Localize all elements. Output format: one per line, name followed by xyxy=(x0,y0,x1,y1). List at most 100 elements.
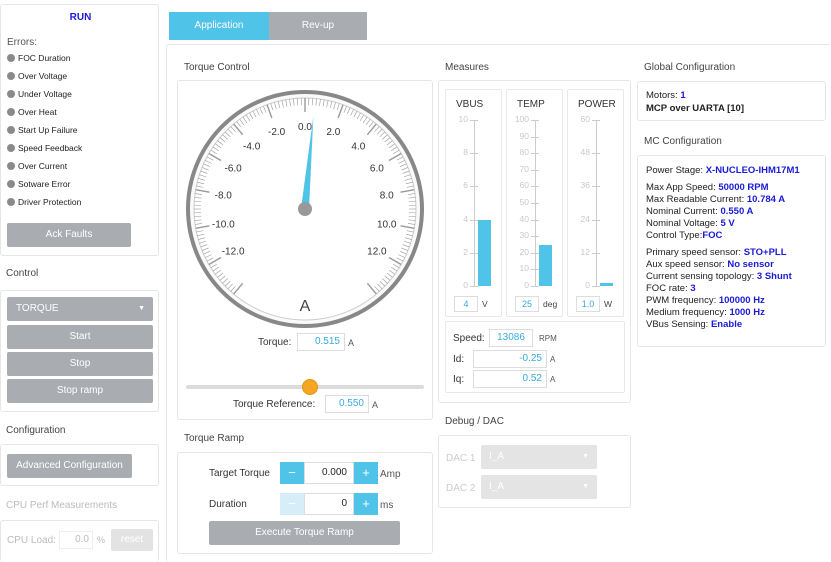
stop-button[interactable]: Stop xyxy=(7,352,153,376)
stop-ramp-button[interactable]: Stop ramp xyxy=(7,379,153,403)
mc-config-line: Max App Speed: 50000 RPM xyxy=(646,182,769,193)
measure-scale-tick xyxy=(592,286,600,287)
measures-title: Measures xyxy=(445,62,489,73)
mode-select-value: TORQUE xyxy=(16,303,59,314)
torque-value-field: 0.515 xyxy=(297,333,345,351)
measure-scale-label: 0 xyxy=(585,280,590,290)
target-torque-label: Target Torque xyxy=(209,468,270,479)
measure-bar-label: POWER xyxy=(578,99,616,110)
status-panel: RUN Errors: FOC Duration Over Voltage Un… xyxy=(0,4,159,256)
measure-scale-label: 48 xyxy=(580,147,590,158)
configuration-panel: Advanced Configuration xyxy=(0,444,159,486)
measure-scale-label: 2 xyxy=(463,246,468,257)
state-label: RUN xyxy=(69,12,92,23)
duration-plus-button[interactable]: + xyxy=(354,493,378,515)
status-led-icon xyxy=(7,126,15,134)
mc-config-line: Power Stage: X-NUCLEO-IHM17M1 xyxy=(646,165,800,176)
measure-scale-label: 4 xyxy=(463,213,468,224)
gauge-tick-label: -8.0 xyxy=(215,191,233,202)
gauge-tick-label: 8.0 xyxy=(380,191,394,202)
measure-scale-axis xyxy=(474,120,475,286)
mc-config-line: Current sensing topology: 3 Shunt xyxy=(646,271,792,282)
error-item: Speed Feedback xyxy=(7,143,82,153)
gauge-tick-label: -2.0 xyxy=(268,127,286,138)
chevron-down-icon: ▼ xyxy=(582,483,589,490)
measure-unit: deg xyxy=(543,299,558,309)
ack-faults-button[interactable]: Ack Faults xyxy=(7,223,131,247)
cpu-reset-button[interactable]: reset xyxy=(111,529,153,551)
control-panel: TORQUE ▼ Start Stop Stop ramp xyxy=(0,290,159,412)
duration-input[interactable]: 0 xyxy=(304,493,354,515)
target-torque-plus-button[interactable]: + xyxy=(354,462,378,484)
measure-bar-temp: TEMP 100 90 80 70 60 50 40 30 20 10 0 25 deg xyxy=(506,89,563,317)
torque-unit: A xyxy=(348,338,355,348)
debug-dac-panel: DAC 1 I_A ▼ DAC 2 I_A ▼ xyxy=(438,435,631,508)
tab-rev-up[interactable]: Rev-up xyxy=(269,12,367,40)
gauge-unit-label: A xyxy=(300,298,311,315)
mc-config-line: VBus Sensing: Enable xyxy=(646,319,743,330)
measure-scale-label: 10 xyxy=(519,263,529,274)
dac2-select-value: I_A xyxy=(489,481,505,492)
measure-scale-label: 0 xyxy=(524,280,529,290)
error-item: Under Voltage xyxy=(7,89,72,99)
advanced-configuration-button[interactable]: Advanced Configuration xyxy=(7,454,132,478)
measure-scale-label: 70 xyxy=(519,163,529,174)
dac1-select[interactable]: I_A ▼ xyxy=(481,445,597,469)
debug-dac-title: Debug / DAC xyxy=(445,416,504,427)
measure-scale-label: 12 xyxy=(580,246,590,257)
torque-reference-slider[interactable] xyxy=(186,379,424,395)
status-led-icon xyxy=(7,162,15,170)
measure-scale-axis xyxy=(596,120,597,286)
measure-scale-label: 90 xyxy=(519,130,529,141)
torque-ramp-title: Torque Ramp xyxy=(184,433,245,444)
error-item: Over Heat xyxy=(7,107,57,117)
gauge-tick-label: 0.0 xyxy=(298,122,312,133)
error-item: Sotware Error xyxy=(7,179,70,189)
mc-config-line: Control Type:FOC xyxy=(646,230,723,241)
measure-bar-fill xyxy=(600,283,613,286)
measure-scale-label: 60 xyxy=(519,180,529,191)
status-led-icon xyxy=(7,90,15,98)
torque-reference-input[interactable]: 0.550 xyxy=(325,395,369,413)
mc-config-line: Aux speed sensor: No sensor xyxy=(646,259,774,270)
slider-thumb[interactable] xyxy=(301,379,318,395)
measure-scale-label: 50 xyxy=(519,197,529,207)
error-item: Start Up Failure xyxy=(7,125,78,135)
measure-scale-tick xyxy=(531,286,539,287)
errors-title: Errors: xyxy=(7,37,37,48)
mc-configuration-panel: Power Stage: X-NUCLEO-IHM17M1 Max App Sp… xyxy=(637,155,826,347)
duration-minus-button[interactable]: − xyxy=(280,493,304,515)
execute-torque-ramp-button[interactable]: Execute Torque Ramp xyxy=(209,521,400,545)
measures-values-box xyxy=(445,321,625,393)
duration-label: Duration xyxy=(209,499,247,510)
measure-bar-fill xyxy=(539,244,552,286)
gauge-tick-label: -6.0 xyxy=(225,164,243,175)
measure-scale-label: 100 xyxy=(514,114,529,124)
start-button[interactable]: Start xyxy=(7,325,153,349)
chevron-down-icon: ▼ xyxy=(582,453,589,460)
measure-scale-label: 60 xyxy=(580,114,590,124)
torque-ramp-panel: Target Torque − 0.000 + Amp Duration − 0… xyxy=(177,452,433,554)
measure-unit: W xyxy=(604,299,613,309)
measure-scale-label: 80 xyxy=(519,147,529,158)
mode-select[interactable]: TORQUE ▼ xyxy=(7,297,153,321)
measure-unit: V xyxy=(482,299,488,309)
mc-configuration-title: MC Configuration xyxy=(644,136,722,147)
cpu-load-unit: % xyxy=(97,535,106,545)
measure-readout: 4 xyxy=(454,296,478,312)
measure-bar-vbus: VBUS 10 8 6 4 2 0 4 V xyxy=(445,89,502,317)
measure-scale-label: 24 xyxy=(580,213,590,224)
target-torque-minus-button[interactable]: − xyxy=(280,462,304,484)
measure-bar-label: VBUS xyxy=(456,99,484,110)
tab-application[interactable]: Application xyxy=(169,12,269,40)
dac2-select[interactable]: I_A ▼ xyxy=(481,475,597,499)
torque-reference-label: Torque Reference: xyxy=(233,399,316,410)
mc-config-line: Max Readable Current: 10.784 A xyxy=(646,194,786,205)
torque-control-title: Torque Control xyxy=(184,62,250,73)
gauge-tick-label: 2.0 xyxy=(326,127,340,138)
status-led-icon xyxy=(7,144,15,152)
status-led-icon xyxy=(7,108,15,116)
target-torque-input[interactable]: 0.000 xyxy=(304,462,354,484)
measure-readout: 1.0 xyxy=(576,296,600,312)
error-item: Driver Protection xyxy=(7,197,81,207)
